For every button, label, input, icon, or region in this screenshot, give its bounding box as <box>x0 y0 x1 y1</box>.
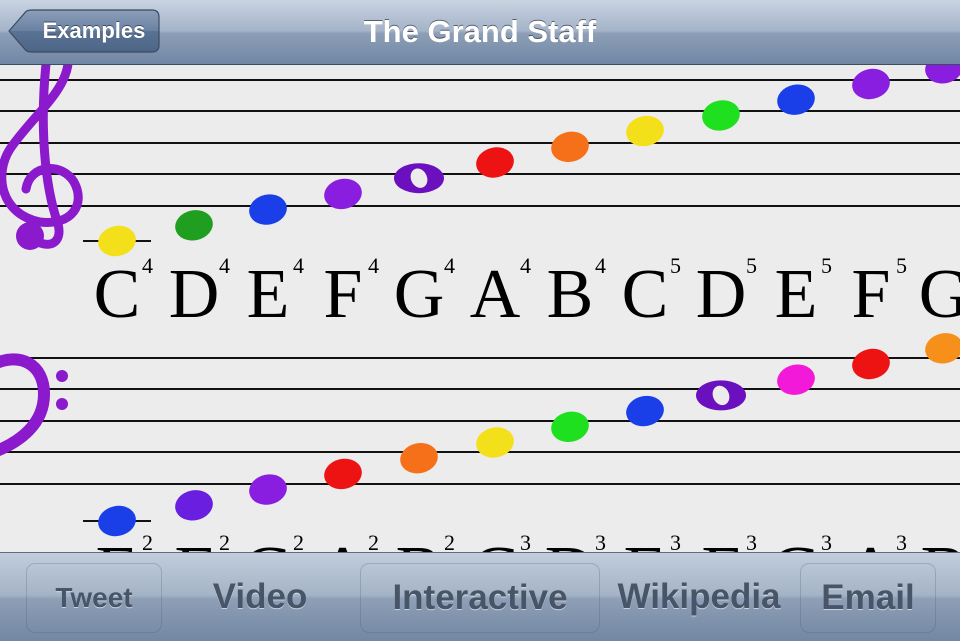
treble-notes <box>83 64 960 257</box>
treble-note-letter: G <box>394 256 445 333</box>
bass-note <box>626 395 664 427</box>
bass-note <box>551 411 589 442</box>
email-button[interactable]: Email <box>800 563 936 633</box>
treble-note-octave: 4 <box>520 253 531 278</box>
treble-note <box>852 68 890 100</box>
treble-note <box>249 194 287 225</box>
treble-note-letter: G <box>919 256 960 333</box>
treble-note <box>98 225 136 257</box>
treble-note-octave: 5 <box>896 253 907 278</box>
bass-note-octave: 3 <box>520 530 531 552</box>
treble-note-octave: 4 <box>444 253 455 278</box>
treble-note-letter: C <box>622 256 669 333</box>
treble-note-letter: C <box>94 256 141 333</box>
treble-note-letter: E <box>247 256 290 333</box>
bass-note-octave: 2 <box>368 530 379 552</box>
bass-note-letter: D <box>545 533 596 552</box>
treble-note-letter: F <box>852 256 891 333</box>
bass-note-octave: 2 <box>293 530 304 552</box>
page-title: The Grand Staff <box>363 14 597 49</box>
treble-note <box>551 131 589 162</box>
treble-clef-icon <box>0 64 83 250</box>
video-button[interactable]: Video <box>160 563 360 631</box>
bass-note-letter: F <box>702 533 741 552</box>
treble-note-letter: E <box>775 256 818 333</box>
bass-note-labels: E2F2G2A2B2C3D3E3F3G3A3B <box>96 530 960 552</box>
bass-note <box>852 348 890 380</box>
navigation-bar: Examples The Grand Staff <box>0 0 960 65</box>
back-button-label: Examples <box>42 18 146 43</box>
bass-note-letter: B <box>921 533 960 552</box>
bass-note-octave: 2 <box>142 530 153 552</box>
back-button[interactable]: Examples <box>8 9 160 53</box>
bass-note-octave: 3 <box>821 530 832 552</box>
treble-note <box>777 84 815 115</box>
bass-note <box>249 474 287 505</box>
bass-note <box>400 443 438 474</box>
bass-note-octave: 3 <box>746 530 757 552</box>
bass-note-letter: E <box>624 533 667 552</box>
bass-note-letter: A <box>846 533 897 552</box>
tweet-button[interactable]: Tweet <box>26 563 162 633</box>
bass-note <box>925 333 960 364</box>
treble-note <box>175 210 213 241</box>
bass-note-octave: 3 <box>896 530 907 552</box>
wikipedia-button[interactable]: Wikipedia <box>598 563 800 631</box>
treble-note-octave: 5 <box>670 253 681 278</box>
treble-note <box>925 64 960 84</box>
treble-note-letter: D <box>169 256 220 333</box>
treble-note-letter: B <box>547 256 594 333</box>
treble-note-octave: 4 <box>142 253 153 278</box>
bass-clef-icon <box>0 353 68 456</box>
treble-whole-note <box>394 163 444 194</box>
bass-notes <box>83 333 960 537</box>
bass-whole-note <box>696 380 746 411</box>
bottom-toolbar: Tweet Video Interactive Wikipedia Email <box>0 552 960 641</box>
bass-note-letter: G <box>771 533 822 552</box>
treble-note-octave: 4 <box>219 253 230 278</box>
bass-note-letter: A <box>318 533 369 552</box>
bass-note-letter: G <box>243 533 294 552</box>
treble-note-octave: 5 <box>746 253 757 278</box>
treble-note-octave: 4 <box>595 253 606 278</box>
bass-note-letter: C <box>472 533 519 552</box>
treble-note-letter: F <box>324 256 363 333</box>
treble-note-labels: C4D4E4F4G4A4B4C5D5E5F5G <box>94 253 960 333</box>
bass-note <box>777 364 815 395</box>
bass-note <box>324 458 362 490</box>
bass-note-octave: 3 <box>595 530 606 552</box>
treble-note <box>626 115 664 147</box>
interactive-button[interactable]: Interactive <box>360 563 600 633</box>
bass-note-letter: F <box>175 533 214 552</box>
bass-note-octave: 2 <box>444 530 455 552</box>
treble-note <box>476 147 514 178</box>
bass-note-letter: E <box>96 533 139 552</box>
bass-note <box>175 490 213 521</box>
bass-note-octave: 2 <box>219 530 230 552</box>
treble-note-octave: 4 <box>368 253 379 278</box>
treble-note-letter: A <box>470 256 521 333</box>
bass-note-letter: B <box>396 533 443 552</box>
treble-note <box>702 100 740 131</box>
treble-note-octave: 4 <box>293 253 304 278</box>
treble-note-octave: 5 <box>821 253 832 278</box>
grand-staff: C4D4E4F4G4A4B4C5D5E5F5G E2F2G2A2B2C3D3E3… <box>0 64 960 552</box>
bass-note <box>476 427 514 458</box>
treble-note-letter: D <box>696 256 747 333</box>
bass-note-octave: 3 <box>670 530 681 552</box>
